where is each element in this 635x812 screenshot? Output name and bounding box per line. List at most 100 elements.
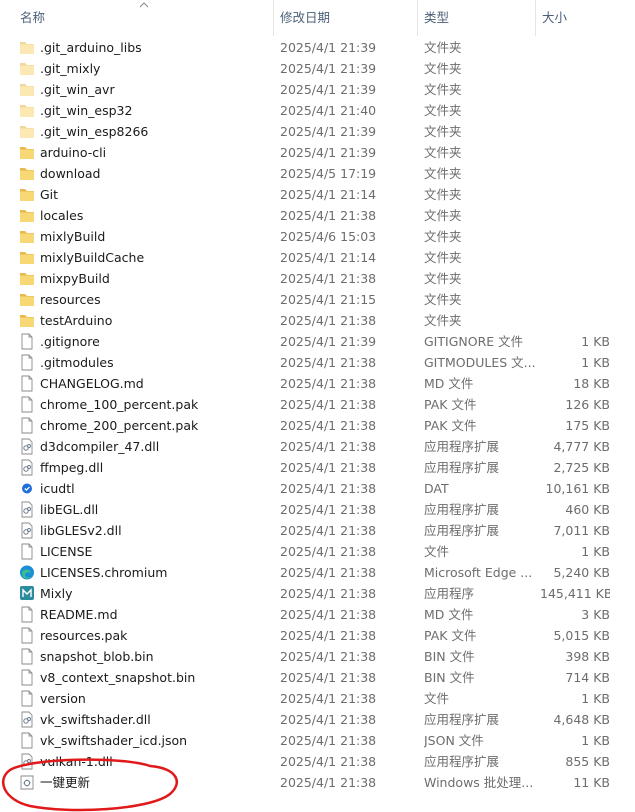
file-date: 2025/4/1 21:40 — [280, 103, 377, 118]
file-type: 文件夹 — [424, 271, 462, 286]
file-date: 2025/4/1 21:39 — [280, 145, 377, 160]
file-date: 2025/4/1 21:38 — [280, 523, 377, 538]
file-name: download — [40, 166, 101, 181]
file-date: 2025/4/1 21:38 — [280, 271, 377, 286]
file-date: 2025/4/1 21:38 — [280, 481, 377, 496]
file-date: 2025/4/1 21:38 — [280, 628, 377, 643]
file-name: .git_win_esp32 — [40, 103, 133, 118]
file-size — [540, 205, 610, 226]
column-header-name[interactable]: 名称 — [0, 0, 272, 36]
file-icon — [18, 543, 36, 560]
file-name: version — [40, 691, 86, 706]
file-row[interactable]: .gitignore 2025/4/1 21:39 GITIGNORE 文件 1 KB — [0, 331, 635, 352]
file-row[interactable]: resources.pak 2025/4/1 21:38 PAK 文件 5,015 K… — [0, 625, 635, 646]
file-size: 1 KB — [581, 334, 610, 349]
folder-icon — [18, 249, 36, 266]
file-row[interactable]: Git 2025/4/1 21:14 文件夹 — [0, 184, 635, 205]
file-size: 714 KB — [565, 670, 610, 685]
file-row[interactable]: .gitmodules 2025/4/1 21:38 GITMODULES 文...… — [0, 352, 635, 373]
column-header-type[interactable]: 类型 — [417, 0, 535, 36]
file-size — [540, 226, 610, 247]
file-row[interactable]: snapshot_blob.bin 2025/4/1 21:38 BIN 文件 398… — [0, 646, 635, 667]
file-row[interactable]: locales 2025/4/1 21:38 文件夹 — [0, 205, 635, 226]
column-header-size[interactable]: 大小 — [535, 0, 635, 36]
file-type: DAT — [424, 481, 449, 496]
file-row[interactable]: .git_win_esp8266 2025/4/1 21:39 文件夹 — [0, 121, 635, 142]
folder-icon — [18, 228, 36, 245]
folder-faded-icon — [18, 39, 36, 56]
file-name: libGLESv2.dll — [40, 523, 122, 538]
file-size — [540, 121, 610, 142]
file-row[interactable]: vulkan-1.dll 2025/4/1 21:38 应用程序扩展 855 KB — [0, 751, 635, 772]
file-name: mixlyBuildCache — [40, 250, 145, 265]
file-size — [540, 247, 610, 268]
file-row[interactable]: mixpyBuild 2025/4/1 21:38 文件夹 — [0, 268, 635, 289]
file-size: 855 KB — [565, 754, 610, 769]
file-type: GITIGNORE 文件 — [424, 334, 524, 349]
file-name: mixpyBuild — [40, 271, 110, 286]
file-date: 2025/4/1 21:38 — [280, 460, 377, 475]
file-row[interactable]: CHANGELOG.md 2025/4/1 21:38 MD 文件 18 KB — [0, 373, 635, 394]
file-date: 2025/4/1 21:38 — [280, 712, 377, 727]
file-icon — [18, 669, 36, 686]
file-name: vk_swiftshader_icd.json — [40, 733, 188, 748]
file-size: 3 KB — [581, 607, 610, 622]
file-type: 文件夹 — [424, 124, 462, 139]
file-icon — [18, 375, 36, 392]
file-row[interactable]: .git_win_esp32 2025/4/1 21:40 文件夹 — [0, 100, 635, 121]
file-type: 应用程序扩展 — [424, 460, 500, 475]
file-row[interactable]: version 2025/4/1 21:38 文件 1 KB — [0, 688, 635, 709]
file-row[interactable]: testArduino 2025/4/1 21:38 文件夹 — [0, 310, 635, 331]
file-date: 2025/4/1 21:38 — [280, 313, 377, 328]
file-row[interactable]: v8_context_snapshot.bin 2025/4/1 21:38 BIN… — [0, 667, 635, 688]
file-name: ffmpeg.dll — [40, 460, 104, 475]
file-row[interactable]: chrome_100_percent.pak 2025/4/1 21:38 PAK … — [0, 394, 635, 415]
file-date: 2025/4/1 21:38 — [280, 586, 377, 601]
file-row[interactable]: download 2025/4/5 17:19 文件夹 — [0, 163, 635, 184]
folder-faded-icon — [18, 102, 36, 119]
file-row[interactable]: .git_mixly 2025/4/1 21:39 文件夹 — [0, 58, 635, 79]
file-size: 460 KB — [565, 502, 610, 517]
file-type: BIN 文件 — [424, 649, 475, 664]
file-type: 应用程序 — [424, 586, 475, 601]
file-date: 2025/4/1 21:38 — [280, 775, 377, 790]
file-row[interactable]: d3dcompiler_47.dll 2025/4/1 21:38 应用程序扩展 4,… — [0, 436, 635, 457]
file-name: CHANGELOG.md — [40, 376, 144, 391]
file-date: 2025/4/1 21:39 — [280, 40, 377, 55]
file-row[interactable]: ffmpeg.dll 2025/4/1 21:38 应用程序扩展 2,725 KB — [0, 457, 635, 478]
file-row[interactable]: LICENSE 2025/4/1 21:38 文件 1 KB — [0, 541, 635, 562]
file-size: 4,777 KB — [553, 439, 610, 454]
file-row[interactable]: LICENSES.chromium 2025/4/1 21:38 Microsoft… — [0, 562, 635, 583]
file-type: 应用程序扩展 — [424, 502, 500, 517]
folder-faded-icon — [18, 81, 36, 98]
dll-icon — [18, 522, 36, 539]
file-row[interactable]: vk_swiftshader.dll 2025/4/1 21:38 应用程序扩展 4,… — [0, 709, 635, 730]
file-type: 文件 — [424, 544, 450, 559]
file-row[interactable]: .git_win_avr 2025/4/1 21:39 文件夹 — [0, 79, 635, 100]
file-row[interactable]: chrome_200_percent.pak 2025/4/1 21:38 PAK … — [0, 415, 635, 436]
dll-icon — [18, 711, 36, 728]
file-size — [540, 142, 610, 163]
file-row[interactable]: 一键更新 2025/4/1 21:38 Windows 批处理... 11 KB — [0, 772, 635, 793]
file-size: 126 KB — [565, 397, 610, 412]
file-row[interactable]: mixlyBuild 2025/4/6 15:03 文件夹 — [0, 226, 635, 247]
file-row[interactable]: arduino-cli 2025/4/1 21:39 文件夹 — [0, 142, 635, 163]
folder-icon — [18, 186, 36, 203]
file-type: 应用程序扩展 — [424, 754, 500, 769]
file-row[interactable]: Mixly 2025/4/1 21:38 应用程序 145,411 KB — [0, 583, 635, 604]
file-row[interactable]: libGLESv2.dll 2025/4/1 21:38 应用程序扩展 7,011 K… — [0, 520, 635, 541]
file-row[interactable]: icudtl 2025/4/1 21:38 DAT 10,161 KB — [0, 478, 635, 499]
file-row[interactable]: vk_swiftshader_icd.json 2025/4/1 21:38 JSO… — [0, 730, 635, 751]
file-row[interactable]: .git_arduino_libs 2025/4/1 21:39 文件夹 — [0, 37, 635, 58]
file-row[interactable]: README.md 2025/4/1 21:38 MD 文件 3 KB — [0, 604, 635, 625]
file-size — [540, 100, 610, 121]
file-row[interactable]: mixlyBuildCache 2025/4/1 21:14 文件夹 — [0, 247, 635, 268]
file-date: 2025/4/1 21:39 — [280, 82, 377, 97]
column-header-date[interactable]: 修改日期 — [273, 0, 417, 36]
file-name: .git_mixly — [40, 61, 101, 76]
dll-icon — [18, 753, 36, 770]
file-row[interactable]: libEGL.dll 2025/4/1 21:38 应用程序扩展 460 KB — [0, 499, 635, 520]
file-row[interactable]: resources 2025/4/1 21:15 文件夹 — [0, 289, 635, 310]
file-date: 2025/4/1 21:38 — [280, 670, 377, 685]
file-size — [540, 79, 610, 100]
